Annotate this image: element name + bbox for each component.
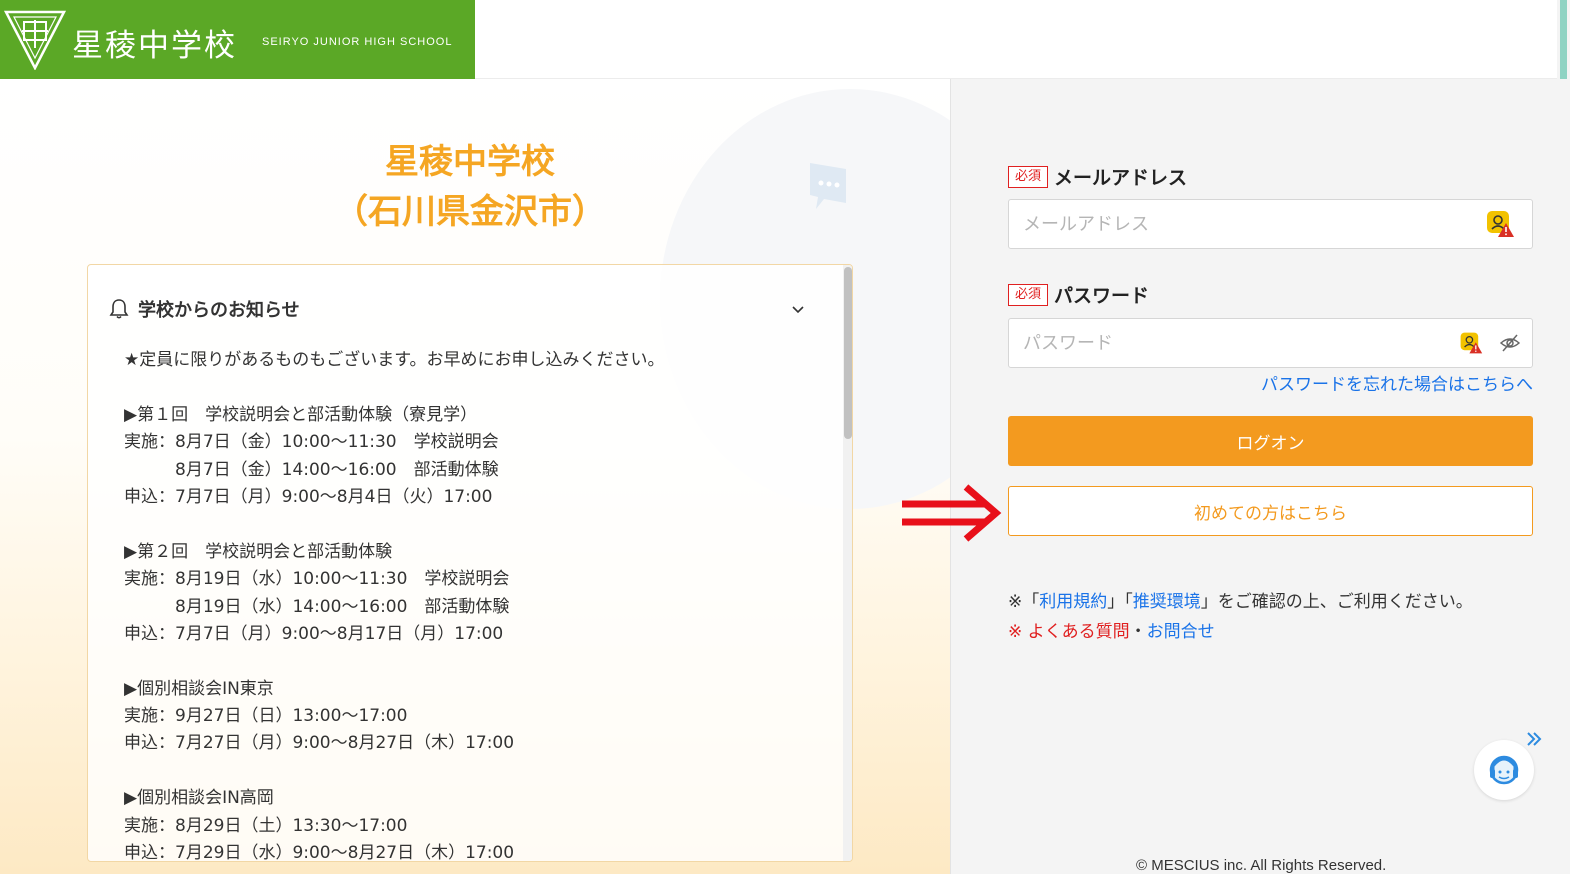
password-label: 必須 パスワード: [1008, 281, 1149, 308]
school-logo[interactable]: 星稜中学校 SEIRYO JUNIOR HIGH SCHOOL: [0, 0, 475, 79]
school-emblem-icon: [4, 10, 66, 70]
first-time-register-button[interactable]: 初めての方はこちら: [1008, 486, 1533, 536]
notice-line: 実施：9月27日（日）13:00～17:00: [124, 706, 408, 727]
notice-line: 申込：7月7日（月）9:00～8月17日（月）17:00: [124, 623, 504, 644]
support-agent-icon: [1489, 755, 1519, 785]
support-chat-button[interactable]: [1474, 740, 1534, 800]
email-field-box: [1008, 199, 1533, 249]
email-field[interactable]: [1009, 200, 1449, 248]
notice-line: 実施：8月19日（水）10:00～11:30 学校説明会: [124, 569, 510, 590]
notice-line: [124, 758, 824, 785]
notice-line: 実施：8月29日（土）13:30～17:00: [124, 815, 408, 836]
password-manager-warning-icon[interactable]: [1459, 331, 1483, 355]
logo-subtitle: SEIRYO JUNIOR HIGH SCHOOL: [262, 36, 453, 48]
note-text: 」をご確認の上、ご利用ください。: [1200, 592, 1473, 612]
note-text: 」「: [1107, 592, 1133, 612]
notice-line: 申込：7月27日（月）9:00～8月27日（木）17:00: [124, 733, 515, 754]
notice-line: 申込：7月7日（月）9:00～8月4日（火）17:00: [124, 486, 493, 507]
notice-line: [124, 374, 824, 401]
notice-line: ▶第１回 学校説明会と部活動体験（寮見学）: [124, 404, 478, 425]
recommended-env-link[interactable]: 推奨環境: [1133, 592, 1201, 612]
notice-line: ▶個別相談会IN東京: [124, 678, 274, 699]
terms-note: ※「利用規約」「推奨環境」をご確認の上、ご利用ください。: [1008, 587, 1473, 612]
notice-line: ★定員に限りがあるものもございます。お早めにお申し込みください。: [124, 350, 665, 370]
notice-scrollbar[interactable]: [843, 265, 852, 861]
contact-link[interactable]: お問合せ: [1147, 622, 1215, 642]
logo-title: 星稜中学校: [72, 28, 237, 64]
required-badge: 必須: [1008, 283, 1049, 306]
required-badge: 必須: [1008, 165, 1049, 188]
chat-bubble-icon: [810, 163, 846, 209]
login-button[interactable]: ログオン: [1008, 416, 1533, 466]
notice-panel: 学校からのお知らせ ★定員に限りがあるものもございます。お早めにお申し込みくださ…: [87, 264, 853, 862]
window-scrollbar[interactable]: [1557, 0, 1570, 79]
notice-line: ▶個別相談会IN高岡: [124, 788, 274, 809]
password-field[interactable]: [1009, 319, 1449, 367]
notice-line: [124, 648, 824, 675]
note-text: ※: [1008, 622, 1028, 642]
faq-link[interactable]: よくある質問: [1028, 622, 1130, 642]
chevron-down-icon[interactable]: [788, 299, 808, 319]
password-field-box: [1008, 318, 1533, 368]
header: 星稜中学校 SEIRYO JUNIOR HIGH SCHOOL: [0, 0, 1570, 79]
copyright: © MESCIUS inc. All Rights Reserved.: [1136, 857, 1387, 874]
email-label: 必須 メールアドレス: [1008, 163, 1187, 190]
school-location: （石川県金沢市）: [334, 192, 606, 232]
note-text: ※「: [1008, 592, 1040, 612]
notice-line: [124, 511, 824, 538]
school-title: 星稜中学校 （石川県金沢市）: [300, 137, 640, 237]
forgot-password-link[interactable]: パスワードを忘れた場合はこちらへ: [1261, 370, 1533, 395]
info-pane: 星稜中学校 （石川県金沢市） 学校からのお知らせ ★定員に限りがあるものもござい…: [0, 79, 950, 874]
separator: ・: [1129, 622, 1147, 642]
terms-link[interactable]: 利用規約: [1039, 592, 1107, 612]
password-manager-warning-icon[interactable]: [1485, 209, 1515, 239]
notice-scrollbar-thumb[interactable]: [844, 267, 852, 439]
password-label-text: パスワード: [1054, 285, 1150, 307]
notice-line: ▶第２回 学校説明会と部活動体験: [124, 541, 393, 562]
notice-line: 8月19日（水）14:00～16:00 部活動体験: [124, 596, 510, 617]
notice-line: 実施：8月7日（金）10:00～11:30 学校説明会: [124, 432, 499, 453]
eye-off-icon[interactable]: [1499, 332, 1521, 354]
double-chevron-right-icon[interactable]: [1525, 728, 1543, 750]
help-note: ※ よくある質問・お問合せ: [1008, 617, 1215, 642]
email-label-text: メールアドレス: [1054, 167, 1188, 189]
notice-line: 申込：7月29日（水）9:00～8月27日（木）17:00: [124, 843, 515, 862]
double-arrow-right-icon: [902, 484, 1002, 542]
notice-line: 8月7日（金）14:00～16:00 部活動体験: [124, 459, 499, 480]
school-name: 星稜中学校: [385, 142, 555, 182]
notice-header[interactable]: 学校からのお知らせ: [108, 295, 300, 323]
bell-icon: [109, 299, 129, 319]
notice-title: 学校からのお知らせ: [138, 300, 300, 321]
notice-body: ★定員に限りがあるものもございます。お早めにお申し込みください。 ▶第１回 学校説…: [124, 347, 824, 862]
